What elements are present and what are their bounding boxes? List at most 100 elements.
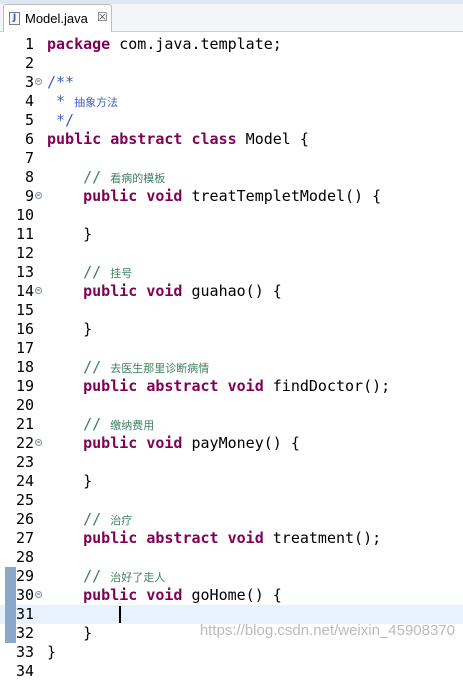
code-line[interactable]: 8 // 看病的模板: [0, 168, 463, 187]
code-text: // 缴纳费用: [47, 415, 154, 435]
code-line[interactable]: 14– public void guahao() {: [0, 282, 463, 301]
fold-toggle-icon[interactable]: –: [35, 78, 42, 85]
code-text: public void treatTempletModel() {: [47, 187, 381, 206]
code-line[interactable]: 18 // 去医生那里诊断病情: [0, 358, 463, 377]
line-number: 7: [24, 149, 34, 167]
fold-toggle-icon[interactable]: –: [35, 591, 42, 598]
comment-token: *: [47, 92, 75, 110]
fold-toggle-icon[interactable]: –: [35, 287, 42, 294]
line-number: 9: [24, 187, 34, 205]
code-token: findDoctor();: [263, 377, 391, 395]
code-text: // 治好了走人: [47, 567, 165, 587]
code-text: */: [47, 111, 74, 130]
tab-title: Model.java: [25, 11, 88, 26]
code-text: public void payMoney() {: [47, 434, 300, 453]
code-line[interactable]: 26 // 治疗: [0, 510, 463, 529]
code-line[interactable]: 10: [0, 206, 463, 225]
code-line[interactable]: 22– public void payMoney() {: [0, 434, 463, 453]
line-number: 30: [15, 586, 34, 604]
line-number: 25: [15, 491, 34, 509]
code-line[interactable]: 6 public abstract class Model {: [0, 130, 463, 149]
code-token: }: [47, 472, 93, 490]
code-text: * 抽象方法: [47, 92, 118, 112]
code-line[interactable]: 20: [0, 396, 463, 415]
keyword-token: public abstract void: [83, 529, 264, 547]
line-number: 6: [24, 130, 34, 148]
keyword-token: public void: [83, 586, 183, 604]
comment-token: 治好了走人: [110, 571, 166, 584]
code-line[interactable]: 25: [0, 491, 463, 510]
comment-token: 挂号: [110, 267, 133, 280]
line-number: 33: [15, 643, 34, 661]
code-line[interactable]: 16 }: [0, 320, 463, 339]
code-line[interactable]: 13 // 挂号: [0, 263, 463, 282]
code-text: /**: [47, 73, 74, 92]
tab-model-java[interactable]: J Model.java ☒: [3, 4, 112, 32]
code-line[interactable]: 21 // 缴纳费用: [0, 415, 463, 434]
code-line[interactable]: 15: [0, 301, 463, 320]
comment-token: //: [83, 358, 111, 376]
fold-toggle-icon[interactable]: –: [35, 439, 42, 446]
line-number: 28: [15, 548, 34, 566]
code-text: public abstract void findDoctor();: [47, 377, 390, 396]
code-text: }: [47, 320, 92, 339]
code-line[interactable]: 29 // 治好了走人: [0, 567, 463, 586]
code-line[interactable]: 24 }: [0, 472, 463, 491]
code-editor[interactable]: 1 package com.java.template; 2 3–/** 4 * 抽象方…: [0, 32, 463, 686]
comment-token: 去医生那里诊断病情: [110, 362, 210, 375]
line-number: 8: [24, 168, 34, 186]
line-number: 1: [24, 35, 34, 53]
code-text: public void guahao() {: [47, 282, 282, 301]
comment-token: //: [83, 567, 111, 585]
line-number: 29: [15, 567, 34, 585]
line-number: 22: [15, 434, 34, 452]
code-text: // 挂号: [47, 263, 132, 283]
code-line[interactable]: 28: [0, 548, 463, 567]
code-line[interactable]: 1 package com.java.template;: [0, 35, 463, 54]
code-token: treatTempletModel() {: [182, 187, 382, 205]
code-line[interactable]: 23: [0, 453, 463, 472]
code-line[interactable]: 17: [0, 339, 463, 358]
line-number: 14: [15, 282, 34, 300]
fold-toggle-icon[interactable]: –: [35, 192, 42, 199]
code-lines: 1 package com.java.template; 2 3–/** 4 * 抽象方…: [0, 35, 463, 681]
java-file-icon: J: [9, 12, 20, 25]
code-line[interactable]: 33}: [0, 643, 463, 662]
keyword-token: public void: [83, 282, 183, 300]
keyword-token: package: [47, 35, 111, 53]
code-line[interactable]: 5 */: [0, 111, 463, 130]
code-line[interactable]: 2: [0, 54, 463, 73]
code-line[interactable]: 9– public void treatTempletModel() {: [0, 187, 463, 206]
comment-token: */: [47, 111, 75, 129]
line-number: 23: [15, 453, 34, 471]
code-line[interactable]: 3–/**: [0, 73, 463, 92]
line-number: 12: [15, 244, 34, 262]
code-line[interactable]: 34: [0, 662, 463, 681]
comment-token: 看病的模板: [110, 172, 166, 185]
code-text: }: [47, 624, 92, 643]
code-line[interactable]: 7: [0, 149, 463, 168]
keyword-token: public void: [83, 434, 183, 452]
line-number: 34: [15, 662, 34, 680]
code-line[interactable]: 4 * 抽象方法: [0, 92, 463, 111]
code-line[interactable]: 27 public abstract void treatment();: [0, 529, 463, 548]
line-number: 17: [15, 339, 34, 357]
comment-token: //: [83, 168, 111, 186]
close-icon[interactable]: ☒: [97, 10, 108, 24]
line-number: 18: [15, 358, 34, 376]
code-line[interactable]: 11 }: [0, 225, 463, 244]
code-text: package com.java.template;: [47, 35, 282, 54]
code-line[interactable]: 19 public abstract void findDoctor();: [0, 377, 463, 396]
code-line[interactable]: 12: [0, 244, 463, 263]
code-line[interactable]: 30– public void goHome() {: [0, 586, 463, 605]
code-token: }: [47, 624, 93, 642]
code-text: public void goHome() {: [47, 586, 282, 605]
